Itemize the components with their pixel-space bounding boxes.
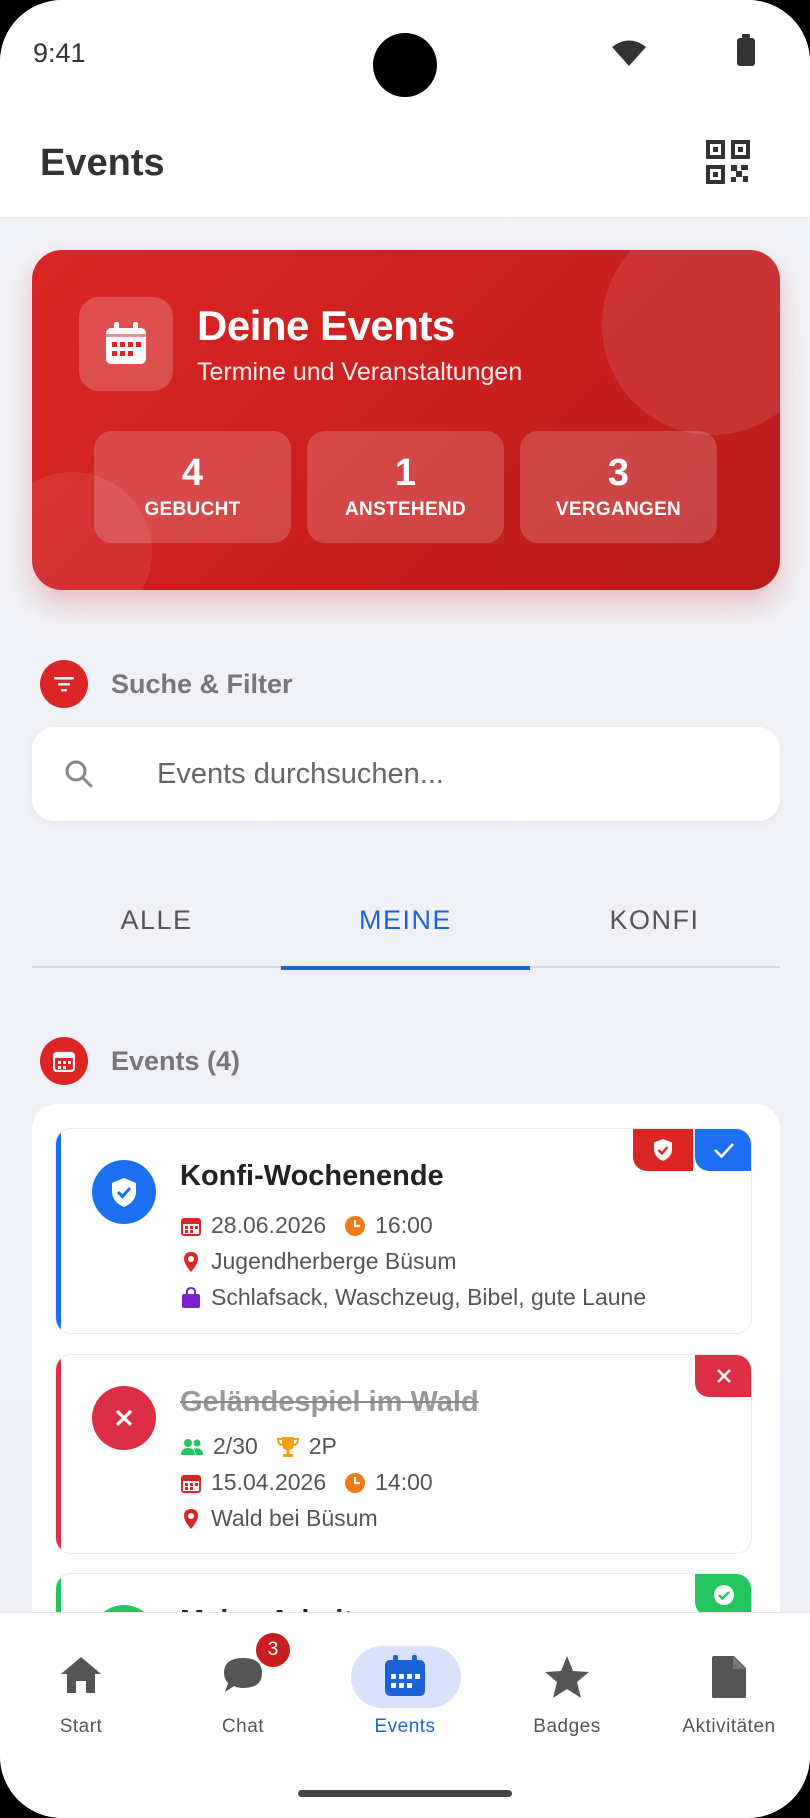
hero-title: Deine Events — [197, 302, 455, 349]
chat-icon — [224, 1658, 262, 1692]
status-bar-accent — [56, 1129, 61, 1333]
clock-icon — [345, 1215, 366, 1236]
konfi-badge — [633, 1129, 693, 1171]
tab-alle[interactable]: ALLE — [32, 880, 281, 968]
event-card[interactable]: Geländespiel im Wald 2/30 2P 15.04.2026 … — [55, 1354, 752, 1554]
stat-label: ANSTEHEND — [345, 499, 466, 520]
event-packing-list: Schlafsack, Waschzeug, Bibel, gute Laune — [180, 1284, 646, 1311]
qr-code-icon[interactable] — [706, 140, 750, 184]
calendar-icon — [181, 1474, 201, 1493]
phone-screen: 9:41 Events Deine Events Termine und Ver… — [0, 0, 810, 1818]
booked-badge — [695, 1129, 751, 1171]
status-time: 9:41 — [33, 38, 86, 68]
tab-konfi[interactable]: KONFI — [530, 880, 779, 968]
nav-start[interactable]: Start — [0, 1613, 162, 1743]
clock-icon — [345, 1472, 366, 1493]
event-stats: 2/30 2P — [180, 1433, 337, 1460]
stat-value: 4 — [181, 452, 204, 494]
hero-subtitle: Termine und Veranstaltungen — [197, 358, 523, 386]
nav-label: Aktivitäten — [682, 1716, 776, 1737]
event-time: 14:00 — [375, 1469, 433, 1495]
cancelled-badge — [695, 1355, 751, 1397]
event-status-icon — [92, 1160, 156, 1224]
battery-icon — [737, 34, 755, 66]
events-section-title: Events (4) — [111, 1046, 241, 1076]
status-bar: 9:41 — [0, 0, 810, 110]
search-bar — [32, 727, 780, 821]
stat-value: 1 — [394, 452, 417, 494]
calendar-icon — [53, 1051, 75, 1072]
chat-unread-badge: 3 — [256, 1633, 290, 1667]
filter-section-title: Suche & Filter — [111, 669, 293, 699]
status-bar-accent — [56, 1355, 61, 1553]
event-title: Geländespiel im Wald — [180, 1386, 479, 1418]
events-summary-card: Deine Events Termine und Veranstaltungen… — [32, 250, 780, 590]
search-icon — [65, 760, 93, 788]
location-pin-icon — [184, 1508, 198, 1529]
stat-booked: 4 GEBUCHT — [94, 431, 291, 543]
stat-past: 3 VERGANGEN — [520, 431, 717, 543]
stat-value: 3 — [607, 452, 630, 494]
check-circle-icon — [714, 1585, 734, 1605]
stat-label: VERGANGEN — [555, 499, 682, 520]
stat-upcoming: 1 ANSTEHEND — [307, 431, 504, 543]
nav-label: Events — [374, 1716, 436, 1737]
nav-label: Start — [59, 1716, 103, 1737]
page-title: Events — [40, 142, 165, 184]
star-icon — [545, 1656, 589, 1698]
stat-label: GEBUCHT — [144, 499, 241, 520]
event-datetime: 15.04.2026 14:00 — [180, 1469, 433, 1496]
event-location-text: Jugendherberge Büsum — [211, 1248, 457, 1274]
check-icon — [714, 1143, 734, 1159]
event-date: 15.04.2026 — [211, 1469, 327, 1495]
app-header: Events — [0, 110, 810, 218]
tab-meine[interactable]: MEINE — [281, 880, 530, 970]
trophy-icon — [276, 1436, 299, 1457]
filter-icon — [54, 677, 74, 692]
document-icon — [712, 1656, 746, 1698]
event-participants: 2/30 — [213, 1433, 258, 1459]
event-card[interactable]: Konfi-Wochenende 28.06.2026 16:00 Jugend… — [55, 1128, 752, 1334]
bottom-navigation: Start Chat 3 Events Badges Aktivitäten — [0, 1612, 810, 1818]
event-datetime: 28.06.2026 16:00 — [180, 1212, 433, 1239]
events-section-icon — [40, 1037, 88, 1085]
event-points: 2P — [308, 1433, 337, 1459]
shield-check-icon — [112, 1178, 136, 1207]
shield-check-icon — [654, 1139, 672, 1161]
calendar-icon — [181, 1217, 201, 1236]
location-pin-icon — [184, 1251, 198, 1272]
home-icon — [61, 1657, 101, 1693]
wifi-icon — [612, 40, 646, 66]
close-icon — [115, 1409, 133, 1427]
calendar-icon — [106, 322, 146, 364]
search-input[interactable] — [157, 747, 737, 801]
decor-circle — [602, 250, 780, 435]
event-time: 16:00 — [375, 1212, 433, 1238]
bag-icon — [182, 1286, 200, 1308]
event-title: Konfi-Wochenende — [180, 1160, 444, 1192]
filter-section-icon — [40, 660, 88, 708]
event-date: 28.06.2026 — [211, 1212, 327, 1238]
close-icon — [717, 1369, 731, 1383]
event-location-text: Wald bei Büsum — [211, 1505, 378, 1531]
event-tabs: ALLE MEINE KONFI — [32, 880, 780, 970]
nav-aktivitaeten[interactable]: Aktivitäten — [648, 1613, 810, 1743]
event-packing-text: Schlafsack, Waschzeug, Bibel, gute Laune — [211, 1284, 647, 1310]
calendar-icon — [385, 1655, 425, 1696]
nav-label: Badges — [533, 1716, 601, 1737]
nav-label: Chat — [221, 1716, 265, 1737]
nav-events[interactable]: Events — [324, 1613, 486, 1743]
nav-chat[interactable]: Chat — [162, 1613, 324, 1743]
home-indicator[interactable] — [298, 1790, 512, 1797]
nav-badges[interactable]: Badges — [486, 1613, 648, 1743]
hero-icon-box — [79, 297, 173, 391]
event-location: Jugendherberge Büsum — [180, 1248, 457, 1275]
done-badge — [695, 1574, 751, 1616]
people-icon — [181, 1438, 203, 1455]
event-status-icon — [92, 1386, 156, 1450]
event-location: Wald bei Büsum — [180, 1505, 378, 1532]
camera-cutout — [373, 33, 437, 97]
